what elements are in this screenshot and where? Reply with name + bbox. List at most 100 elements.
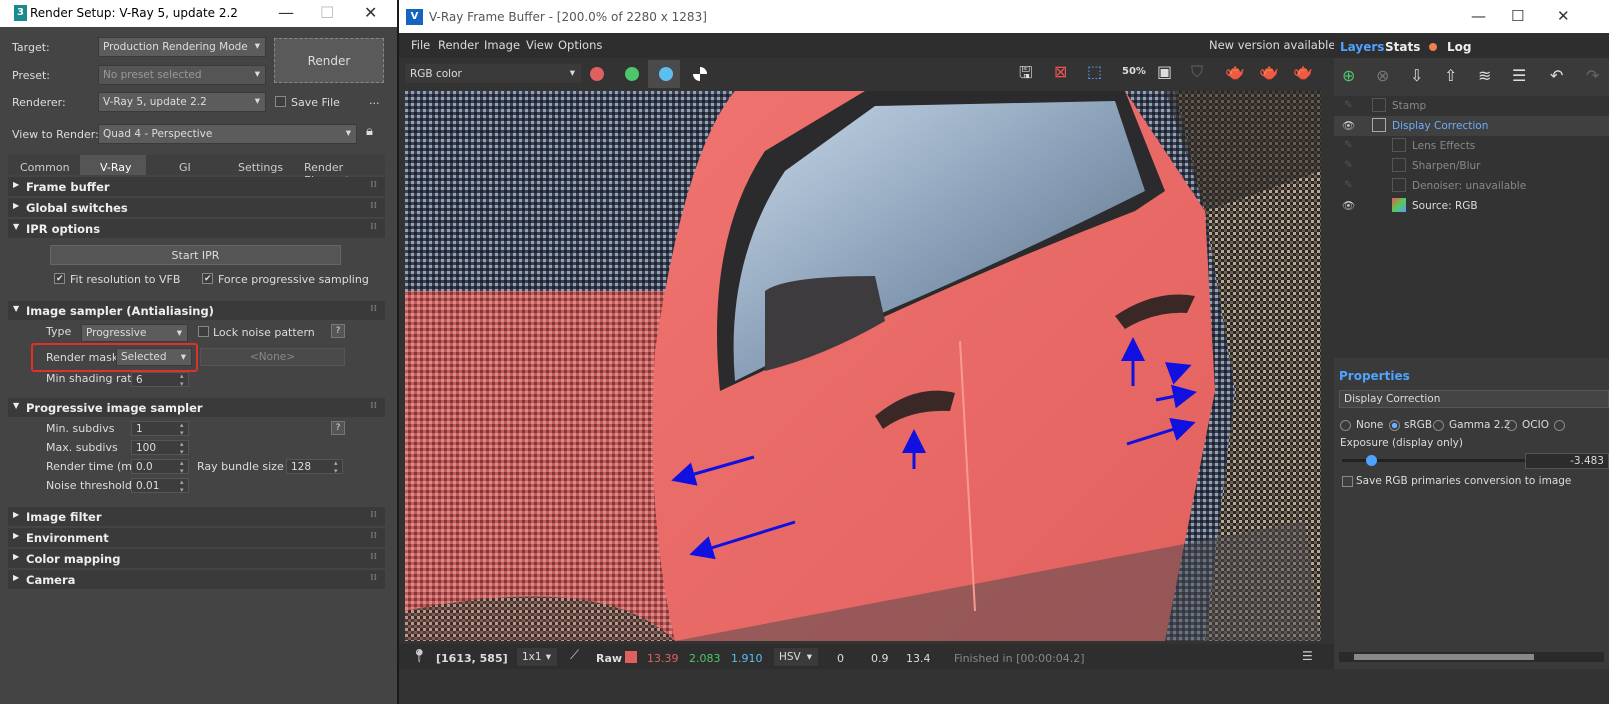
vfb-minimize-icon[interactable]: — — [1471, 7, 1486, 25]
undo-icon[interactable]: ↶ — [1550, 66, 1563, 85]
color-space-dropdown[interactable]: HSV — [774, 648, 818, 666]
menu-image[interactable]: Image — [484, 38, 520, 52]
min-shading-spinner[interactable]: 6 — [131, 372, 189, 388]
vfb-maximize-icon[interactable]: ☐ — [1511, 7, 1524, 25]
pixel-ratio-dropdown[interactable]: 1x1 — [517, 648, 557, 666]
rollout-environment[interactable]: ▶ Environment ⁞⁞ — [8, 528, 385, 547]
rollout-camera[interactable]: ▶ Camera ⁞⁞ — [8, 570, 385, 589]
menu-view[interactable]: View — [526, 38, 553, 52]
panel-scrollbar-thumb[interactable] — [1354, 654, 1534, 660]
menu-options[interactable]: Options — [558, 38, 602, 52]
minimize-icon[interactable]: — — [278, 3, 294, 22]
green-channel-button[interactable] — [625, 67, 639, 81]
sampler-help-button[interactable]: ? — [331, 324, 345, 338]
layer-source-rgb[interactable]: 👁︎ Source: RGB — [1334, 196, 1609, 216]
progressive-help-button[interactable]: ? — [331, 421, 345, 435]
new-version-link[interactable]: New version available! — [1209, 38, 1340, 52]
log-toggle-icon[interactable]: ☰ — [1302, 649, 1313, 663]
curve-icon[interactable]: ⟋ — [570, 648, 579, 663]
tab-stats[interactable]: Stats — [1385, 40, 1420, 54]
save-layers-icon[interactable]: ⇩ — [1410, 66, 1423, 85]
save-rgb-checkbox[interactable] — [1342, 476, 1353, 487]
visibility-off-icon[interactable]: ✎ — [1344, 179, 1353, 191]
exposure-value-field[interactable]: -3.483 — [1525, 453, 1609, 469]
tab-vray[interactable]: V-Ray — [100, 161, 132, 174]
tab-log[interactable]: Log — [1447, 40, 1471, 54]
render-teapot-icon[interactable]: 🫖 — [1293, 62, 1313, 81]
noise-threshold-spinner[interactable]: 0.01 — [131, 478, 189, 494]
save-file-browse-button[interactable]: ... — [369, 94, 380, 107]
lens-layer-icon — [1392, 138, 1406, 152]
load-layers-icon[interactable]: ⇧ — [1444, 66, 1457, 85]
menu-file[interactable]: File — [411, 38, 430, 52]
tab-gi[interactable]: GI — [179, 161, 191, 174]
layer-presets-icon[interactable]: ≋ — [1478, 66, 1491, 85]
rollout-color-mapping[interactable]: ▶ Color mapping ⁞⁞ — [8, 549, 385, 568]
layer-label: Source: RGB — [1412, 200, 1478, 212]
none-radio[interactable] — [1340, 420, 1351, 431]
red-channel-button[interactable] — [590, 67, 604, 81]
region-select-icon[interactable]: ⬚ — [1087, 62, 1102, 81]
type-dropdown[interactable]: Progressive — [81, 324, 188, 342]
layer-lens-effects[interactable]: ✎ Lens Effects — [1334, 136, 1609, 156]
target-dropdown[interactable]: Production Rendering Mode — [98, 37, 266, 57]
add-layer-icon[interactable]: ⊕ — [1342, 66, 1355, 85]
render-button[interactable]: Render — [274, 38, 384, 83]
ipr-icon[interactable]: 🫖 — [1225, 62, 1245, 81]
clear-image-icon[interactable]: ⊠ — [1054, 62, 1067, 81]
tab-settings[interactable]: Settings — [238, 161, 283, 174]
renderer-dropdown[interactable]: V-Ray 5, update 2.2 — [98, 92, 266, 112]
layer-label: Display Correction — [1392, 120, 1489, 132]
channel-dropdown[interactable]: RGB color — [405, 64, 581, 83]
ray-bundle-spinner[interactable]: 128 — [286, 459, 343, 475]
rollout-global-switches[interactable]: ▶ Global switches ⁞⁞ — [8, 198, 385, 217]
rollout-progressive[interactable]: ▼ Progressive image sampler ⁞⁞ — [8, 398, 385, 417]
tab-common[interactable]: Common — [20, 161, 70, 174]
visibility-off-icon[interactable]: ✎ — [1344, 159, 1353, 171]
view-dropdown[interactable]: Quad 4 - Perspective — [98, 124, 357, 144]
lock-icon[interactable]: 🔒︎ — [366, 124, 373, 139]
render-last-icon: ⛉ — [1191, 62, 1204, 81]
render-viewport[interactable] — [405, 91, 1321, 641]
save-image-icon[interactable]: 🖫 — [1019, 62, 1033, 89]
pin-icon[interactable]: 📍︎ — [411, 649, 428, 664]
fit-resolution-checkbox[interactable] — [54, 273, 65, 284]
exposure-label: Exposure (display only) — [1340, 437, 1463, 449]
visibility-on-icon[interactable]: 👁︎ — [1342, 199, 1355, 212]
layer-display-correction[interactable]: 👁︎ Display Correction — [1334, 116, 1609, 136]
ocio-radio[interactable] — [1506, 420, 1517, 431]
rollout-ipr-options[interactable]: ▼ IPR options ⁞⁞ — [8, 219, 385, 238]
rollout-frame-buffer[interactable]: ▶ Frame buffer ⁞⁞ — [8, 177, 385, 196]
vfb-close-icon[interactable]: ✕ — [1557, 7, 1570, 25]
srgb-radio[interactable] — [1389, 420, 1400, 431]
exposure-slider-thumb[interactable] — [1366, 455, 1377, 466]
layer-denoiser[interactable]: ✎ Denoiser: unavailable — [1334, 176, 1609, 196]
save-file-checkbox[interactable] — [275, 96, 286, 107]
tab-layers[interactable]: Layers — [1340, 40, 1384, 54]
alpha-channel-icon[interactable] — [693, 67, 707, 81]
render-time-spinner[interactable]: 0.0 — [131, 459, 189, 475]
lock-noise-checkbox[interactable] — [198, 326, 209, 337]
visibility-off-icon[interactable]: ✎ — [1344, 139, 1353, 151]
rollout-image-filter[interactable]: ▶ Image filter ⁞⁞ — [8, 507, 385, 526]
menu-render[interactable]: Render — [438, 38, 479, 52]
visibility-on-icon[interactable]: 👁︎ — [1342, 119, 1355, 132]
render-mask-object-field[interactable]: <None> — [200, 348, 345, 366]
preset-dropdown[interactable]: No preset selected — [98, 65, 266, 85]
layer-list-icon[interactable]: ☰ — [1512, 66, 1526, 85]
blue-channel-button[interactable] — [659, 67, 673, 81]
rollout-image-sampler[interactable]: ▼ Image sampler (Antialiasing) ⁞⁞ — [8, 301, 385, 320]
force-progressive-checkbox[interactable] — [202, 273, 213, 284]
visibility-off-icon[interactable]: ✎ — [1344, 99, 1353, 111]
render-region-icon[interactable]: ▣ — [1157, 62, 1172, 81]
min-subdivs-spinner[interactable]: 1 — [131, 421, 189, 437]
start-ipr-button[interactable]: Start IPR — [50, 245, 341, 265]
extra-radio[interactable] — [1554, 420, 1565, 431]
zoom-icon[interactable]: 50% — [1122, 66, 1146, 77]
layer-stamp[interactable]: ✎ Stamp — [1334, 96, 1609, 116]
layer-sharpen-blur[interactable]: ✎ Sharpen/Blur — [1334, 156, 1609, 176]
max-subdivs-spinner[interactable]: 100 — [131, 440, 189, 456]
maximize-icon[interactable]: ☐ — [320, 3, 334, 22]
gamma-radio[interactable] — [1433, 420, 1444, 431]
close-icon[interactable]: ✕ — [364, 3, 377, 22]
